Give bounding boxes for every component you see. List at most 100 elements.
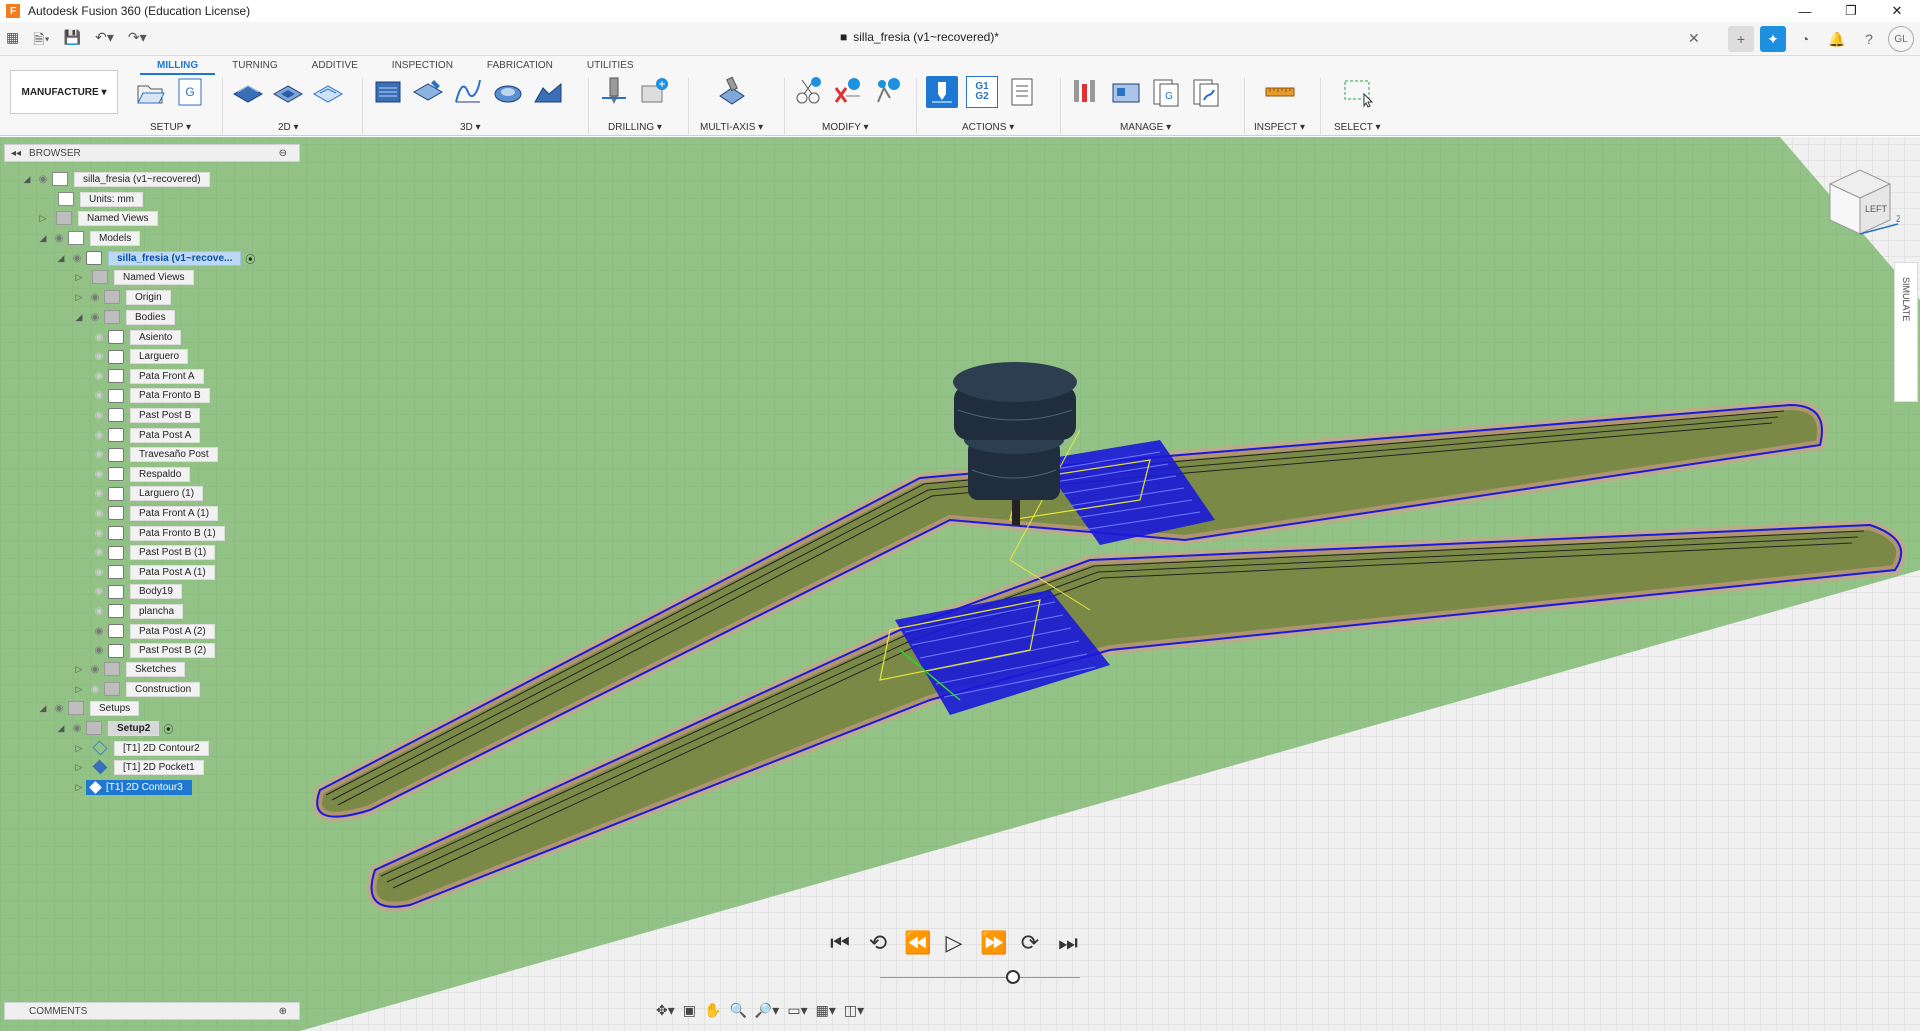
visibility-eye-icon[interactable]: ◉ <box>90 488 108 499</box>
tree-operation[interactable]: ▷ [T1] 2D Contour2 <box>72 739 209 757</box>
visibility-eye-icon[interactable]: ◉ <box>50 233 68 244</box>
tree-units[interactable]: Units: mm <box>58 190 143 208</box>
edit-toolpath-icon[interactable] <box>872 76 904 108</box>
select-group-label[interactable]: SELECT ▾ <box>1334 122 1381 133</box>
expand-triangle-icon[interactable]: ▷ <box>72 664 86 675</box>
visibility-eye-icon[interactable]: ◉ <box>90 469 108 480</box>
save-icon[interactable]: 💾 <box>64 29 81 53</box>
body-item[interactable]: ◉ Asiento <box>90 328 182 346</box>
play-icon[interactable]: ▷ <box>942 930 966 956</box>
2d-pocket-icon[interactable] <box>272 76 304 108</box>
tree-named-views[interactable]: ▷ Named Views <box>36 209 158 227</box>
post-library-icon[interactable]: G <box>1150 76 1182 108</box>
trim-toolpath-icon[interactable] <box>792 76 824 108</box>
visibility-eye-icon[interactable]: ◉ <box>90 547 108 558</box>
multiaxis-contour-icon[interactable] <box>716 76 748 108</box>
steep-shallow-icon[interactable] <box>532 76 564 108</box>
app-grid-icon[interactable]: ▦ <box>6 29 19 53</box>
go-to-start-icon[interactable]: ⏮ <box>828 930 852 956</box>
tab-turning[interactable]: TURNING <box>215 58 295 75</box>
collapse-browser-icon[interactable]: ◂◂ <box>11 148 21 159</box>
body-item[interactable]: ◉ Past Post B (2) <box>90 642 216 660</box>
tree-setup2[interactable]: ◢ ◉ Setup2 ⦿ <box>54 719 173 737</box>
body-item[interactable]: ◉ Pata Front A <box>90 367 204 385</box>
visibility-eye-icon[interactable]: ◉ <box>90 508 108 519</box>
collapse-triangle-icon[interactable]: ◢ <box>54 723 68 734</box>
close-document-icon[interactable]: ✕ <box>1688 30 1700 47</box>
delete-toolpath-icon[interactable] <box>832 76 864 108</box>
visibility-eye-icon[interactable]: ◉ <box>90 332 108 343</box>
visibility-eye-icon[interactable]: ◉ <box>90 410 108 421</box>
help-icon[interactable]: ? <box>1856 26 1882 52</box>
expand-triangle-icon[interactable]: ▷ <box>72 743 86 754</box>
visibility-eye-icon[interactable]: ◉ <box>90 586 108 597</box>
body-item[interactable]: ◉ Pata Fronto B <box>90 387 210 405</box>
look-at-icon[interactable]: ▣ <box>683 1002 696 1019</box>
collapse-triangle-icon[interactable]: ◢ <box>36 233 50 244</box>
tree-operation-selected[interactable]: ▷ [T1] 2D Contour3 <box>72 778 192 796</box>
setup-group-label[interactable]: SETUP ▾ <box>150 122 191 133</box>
minimize-button[interactable]: — <box>1782 0 1828 22</box>
view-cube[interactable]: LEFT Z <box>1820 162 1900 242</box>
grid-settings-icon[interactable]: ▦▾ <box>816 1002 836 1019</box>
tree-sketches[interactable]: ▷ ◉ Sketches <box>72 660 186 678</box>
tree-origin[interactable]: ▷ ◉ Origin <box>72 288 171 306</box>
fit-icon[interactable]: 🔎▾ <box>755 1002 779 1019</box>
3d-group-label[interactable]: 3D ▾ <box>460 122 481 133</box>
redo-icon[interactable]: ↷▾ <box>128 29 147 53</box>
tree-models[interactable]: ◢ ◉ Models <box>36 229 141 247</box>
new-tab-icon[interactable]: + <box>1728 26 1754 52</box>
visibility-eye-icon[interactable]: ◉ <box>90 626 108 637</box>
orbit-icon[interactable]: ✥▾ <box>656 1002 675 1019</box>
2d-adaptive-icon[interactable] <box>232 76 264 108</box>
tab-milling[interactable]: MILLING <box>140 58 216 75</box>
inspect-group-label[interactable]: INSPECT ▾ <box>1254 122 1305 133</box>
extensions-icon[interactable]: ✦ <box>1760 26 1786 52</box>
document-tab[interactable]: ■ silla_fresia (v1~recovered)* <box>840 30 999 44</box>
expand-triangle-icon[interactable]: ▷ <box>72 762 86 773</box>
body-item[interactable]: ◉ Past Post B (1) <box>90 544 216 562</box>
tab-fabrication[interactable]: FABRICATION <box>470 58 570 75</box>
notifications-icon[interactable]: 🔔 <box>1824 26 1850 52</box>
workspace-switcher-button[interactable]: MANUFACTURE ▾ <box>10 70 118 114</box>
tree-construction[interactable]: ▷ ◉ Construction <box>72 680 201 698</box>
template-library-icon[interactable] <box>1110 76 1142 108</box>
visibility-eye-icon[interactable]: ◉ <box>90 390 108 401</box>
drilling-group-label[interactable]: DRILLING ▾ <box>608 122 662 133</box>
expand-triangle-icon[interactable]: ▷ <box>36 213 50 224</box>
machine-library-icon[interactable] <box>1190 76 1222 108</box>
tree-bodies[interactable]: ◢ ◉ Bodies <box>72 308 175 326</box>
parallel-icon[interactable] <box>452 76 484 108</box>
hole-recognition-icon[interactable] <box>638 76 670 108</box>
visibility-eye-icon[interactable]: ◉ <box>34 174 52 185</box>
body-item[interactable]: ◉ Pata Fronto B (1) <box>90 524 225 542</box>
body-item[interactable]: ◉ Body19 <box>90 583 182 601</box>
setup-sheet-icon[interactable] <box>1006 76 1038 108</box>
playback-slider[interactable] <box>880 977 1080 978</box>
3d-adaptive-icon[interactable] <box>372 76 404 108</box>
visibility-eye-icon[interactable]: ◉ <box>86 664 104 675</box>
manage-group-label[interactable]: MANAGE ▾ <box>1120 122 1171 133</box>
body-item[interactable]: ◉ Larguero <box>90 348 189 366</box>
simulate-icon[interactable] <box>926 76 958 108</box>
modify-group-label[interactable]: MODIFY ▾ <box>822 122 869 133</box>
tree-operation[interactable]: ▷ [T1] 2D Pocket1 <box>72 758 204 776</box>
tab-additive[interactable]: ADDITIVE <box>295 58 375 75</box>
activate-radio-icon[interactable]: ⦿ <box>163 721 173 736</box>
playback-slider-knob[interactable] <box>1006 970 1020 984</box>
face-icon[interactable] <box>312 76 344 108</box>
display-settings-icon[interactable]: ▭▾ <box>787 1002 807 1019</box>
visibility-eye-icon[interactable]: ◉ <box>90 449 108 460</box>
user-avatar[interactable]: GL <box>1888 26 1914 52</box>
body-item[interactable]: ◉ Travesaño Post <box>90 446 218 464</box>
undo-icon[interactable]: ↶▾ <box>95 29 114 53</box>
visibility-eye-icon[interactable]: ◉ <box>86 292 104 303</box>
tab-inspection[interactable]: INSPECTION <box>375 58 470 75</box>
close-window-button[interactable]: ✕ <box>1874 0 1920 22</box>
tree-model-component[interactable]: ◢ ◉ silla_fresia (v1~recove... ⦿ <box>54 249 255 267</box>
post-process-icon[interactable]: G1 G2 <box>966 76 998 108</box>
visibility-eye-icon[interactable]: ◉ <box>86 684 104 695</box>
pan-icon[interactable]: ✋ <box>704 1002 721 1019</box>
collapse-triangle-icon[interactable]: ◢ <box>54 253 68 264</box>
body-item[interactable]: ◉ Pata Front A (1) <box>90 504 219 522</box>
